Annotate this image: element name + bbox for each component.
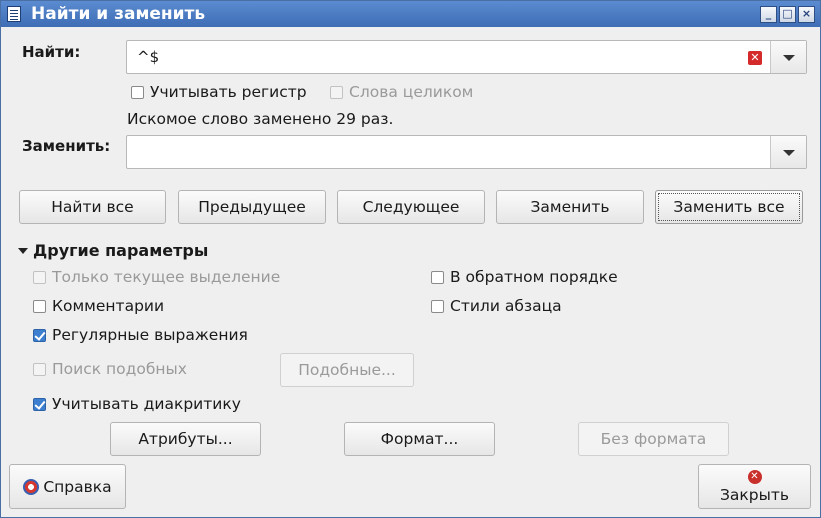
current-selection-box xyxy=(33,270,46,284)
regex-box[interactable] xyxy=(33,328,46,342)
replace-button[interactable]: Заменить xyxy=(496,190,644,224)
no-format-button: Без формата xyxy=(578,422,729,456)
help-icon xyxy=(23,478,40,495)
comments-label: Комментарии xyxy=(52,297,165,315)
diacritics-checkbox[interactable]: Учитывать диакритику xyxy=(33,395,241,413)
expander-triangle-icon xyxy=(18,247,28,254)
diacritics-label: Учитывать диакритику xyxy=(52,395,241,413)
find-all-button[interactable]: Найти все xyxy=(19,190,166,224)
replace-combobox[interactable] xyxy=(126,135,807,169)
clear-icon[interactable]: ✕ xyxy=(748,51,762,65)
help-label: Справка xyxy=(43,477,112,496)
match-case-label: Учитывать регистр xyxy=(150,83,307,101)
similarity-checkbox: Поиск подобных xyxy=(33,360,187,378)
find-combobox[interactable]: ^$ ✕ xyxy=(126,40,807,74)
regex-label: Регулярные выражения xyxy=(52,326,248,344)
comments-checkbox[interactable]: Комментарии xyxy=(33,297,164,315)
match-case-box[interactable] xyxy=(131,85,144,99)
regex-checkbox[interactable]: Регулярные выражения xyxy=(33,326,248,344)
title-bar: Найти и заменить _ □ × xyxy=(1,1,820,27)
similarity-button: Подобные... xyxy=(280,353,414,387)
help-button[interactable]: Справка xyxy=(9,464,126,509)
whole-words-label: Слова целиком xyxy=(349,83,474,101)
close-window-button[interactable]: × xyxy=(798,6,815,23)
whole-words-box xyxy=(330,85,343,99)
current-selection-label: Только текущее выделение xyxy=(52,268,281,286)
find-replace-dialog: Найти и заменить _ □ × Найти: ^$ ✕ Учиты… xyxy=(0,0,821,518)
minimize-button[interactable]: _ xyxy=(760,6,777,23)
find-label: Найти: xyxy=(22,43,81,61)
backwards-checkbox[interactable]: В обратном порядке xyxy=(431,268,618,286)
match-case-checkbox[interactable]: Учитывать регистр xyxy=(131,83,307,101)
other-options-expander[interactable]: Другие параметры xyxy=(18,241,208,260)
other-options-title: Другие параметры xyxy=(33,241,209,260)
paragraph-styles-box[interactable] xyxy=(431,299,444,313)
backwards-label: В обратном порядке xyxy=(450,268,618,286)
find-input[interactable]: ^$ xyxy=(137,48,159,66)
maximize-button[interactable]: □ xyxy=(779,6,796,23)
dialog-title: Найти и заменить xyxy=(31,4,206,24)
writer-document-icon xyxy=(7,6,21,22)
close-label: Закрыть xyxy=(719,485,790,504)
paragraph-styles-checkbox[interactable]: Стили абзаца xyxy=(431,297,562,315)
find-dropdown-button[interactable] xyxy=(770,41,806,73)
comments-box[interactable] xyxy=(33,299,46,313)
close-icon: ✕ xyxy=(747,469,762,484)
backwards-box[interactable] xyxy=(431,270,444,284)
current-selection-checkbox: Только текущее выделение xyxy=(33,268,280,286)
replace-all-button[interactable]: Заменить все xyxy=(655,190,803,224)
diacritics-box[interactable] xyxy=(33,397,46,411)
format-button[interactable]: Формат... xyxy=(344,422,495,456)
similarity-box xyxy=(33,362,46,376)
whole-words-checkbox: Слова целиком xyxy=(330,83,473,101)
paragraph-styles-label: Стили абзаца xyxy=(450,297,562,315)
replace-label: Заменить: xyxy=(22,137,111,155)
similarity-label: Поиск подобных xyxy=(52,360,187,378)
attributes-button[interactable]: Атрибуты... xyxy=(110,422,261,456)
search-status-text: Искомое слово заменено 29 раз. xyxy=(127,110,394,128)
find-previous-button[interactable]: Предыдущее xyxy=(178,190,326,224)
close-button[interactable]: ✕ Закрыть xyxy=(698,464,811,509)
find-next-button[interactable]: Следующее xyxy=(337,190,485,224)
replace-dropdown-button[interactable] xyxy=(770,136,806,168)
